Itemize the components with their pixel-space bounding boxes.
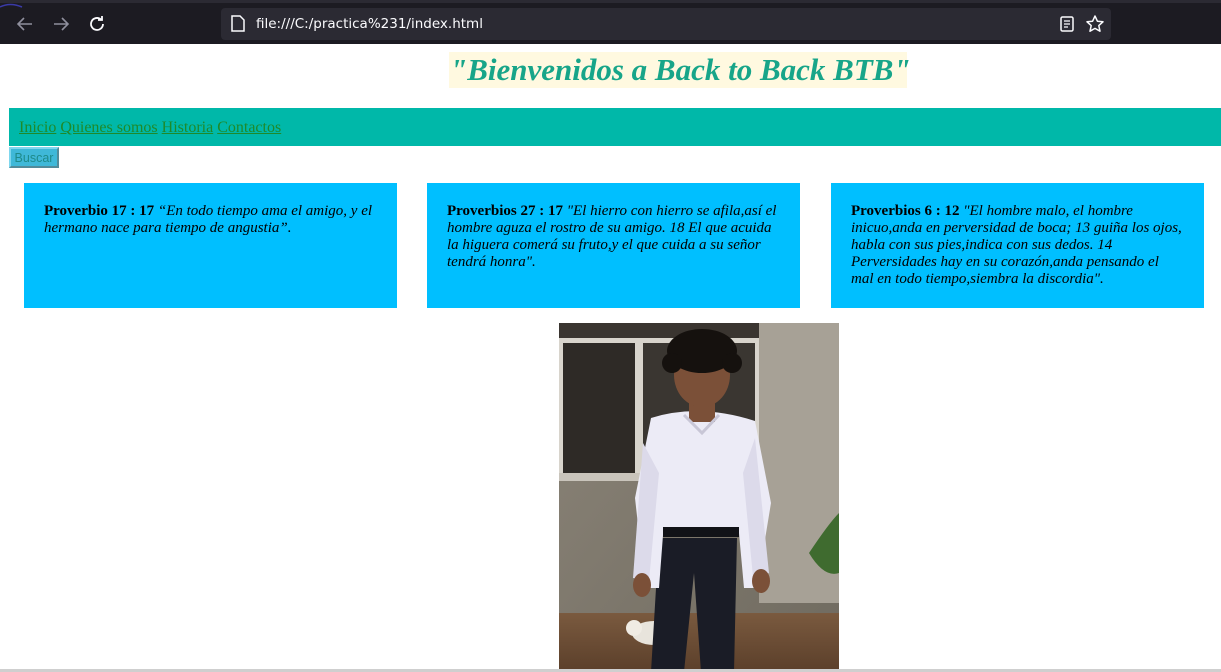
proverb-card-3: Proverbios 6 : 12 "El hombre malo, el ho… bbox=[831, 183, 1204, 308]
tab-corner-mark bbox=[0, 3, 23, 8]
page-icon bbox=[231, 15, 245, 32]
nav-link-contactos[interactable]: Contactos bbox=[217, 119, 281, 136]
nav-links: Inicio Quienes somos Historia Contactos bbox=[19, 118, 281, 138]
proverb-card-1: Proverbio 17 : 17 “En todo tiempo ama el… bbox=[24, 183, 397, 308]
browser-toolbar: file:///C:/practica%231/index.html bbox=[0, 0, 1221, 44]
person-photo bbox=[559, 323, 839, 672]
back-arrow-icon[interactable] bbox=[13, 12, 37, 36]
url-bar[interactable]: file:///C:/practica%231/index.html bbox=[221, 8, 1111, 40]
nav-link-quienes-somos[interactable]: Quienes somos bbox=[60, 119, 157, 136]
nav-link-inicio[interactable]: Inicio bbox=[19, 119, 56, 136]
reader-view-icon[interactable] bbox=[1057, 14, 1077, 34]
forward-arrow-icon[interactable] bbox=[49, 12, 73, 36]
page-content: "Bienvenidos a Back to Back BTB" Inicio … bbox=[0, 44, 1221, 672]
page-title: "Bienvenidos a Back to Back BTB" bbox=[449, 52, 911, 88]
reload-icon[interactable] bbox=[85, 12, 109, 36]
proverb-reference: Proverbios 27 : 17 bbox=[447, 203, 563, 219]
proverb-card-2: Proverbios 27 : 17 "El hierro con hierro… bbox=[427, 183, 800, 308]
nav-link-historia[interactable]: Historia bbox=[162, 119, 214, 136]
bookmark-star-icon[interactable] bbox=[1085, 14, 1105, 34]
proverb-reference: Proverbios 6 : 12 bbox=[851, 203, 960, 219]
proverb-reference: Proverbio 17 : 17 bbox=[44, 203, 155, 219]
search-button[interactable]: Buscar bbox=[9, 147, 59, 168]
url-text[interactable]: file:///C:/practica%231/index.html bbox=[256, 8, 483, 40]
navbar: Inicio Quienes somos Historia Contactos bbox=[9, 108, 1221, 146]
